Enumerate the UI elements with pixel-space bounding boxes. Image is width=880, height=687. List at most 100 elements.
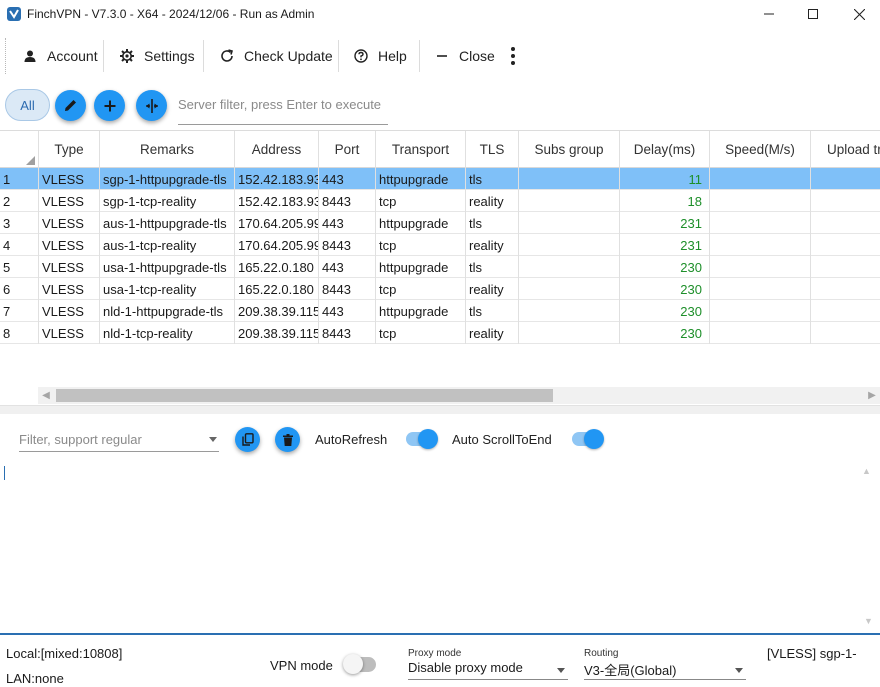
column-header-tls[interactable]: TLS	[466, 131, 519, 168]
auto-refresh-toggle[interactable]	[406, 429, 438, 449]
column-header-port[interactable]: Port	[319, 131, 376, 168]
proxy-mode-caption: Proxy mode	[408, 648, 462, 659]
column-header-transport[interactable]: Transport	[376, 131, 466, 168]
scroll-left-icon[interactable]: ◀	[38, 387, 54, 404]
table-cell-tls: reality	[466, 234, 519, 256]
chevron-down-icon	[735, 668, 743, 673]
copy-icon	[241, 433, 254, 446]
scrollbar-thumb[interactable]	[56, 389, 553, 402]
table-cell-num: 1	[0, 168, 39, 190]
routing-caption: Routing	[584, 648, 619, 659]
table-cell-remarks: nld-1-tcp-reality	[100, 322, 235, 344]
minimize-icon	[764, 13, 774, 15]
column-header-upload[interactable]: Upload tr	[811, 131, 880, 168]
check-update-menu[interactable]: Check Update	[219, 44, 333, 68]
grid-horizontal-scrollbar[interactable]: ◀ ▶	[38, 387, 880, 404]
table-cell-transport: httpupgrade	[376, 168, 466, 190]
table-cell-upload	[811, 278, 880, 300]
table-cell-num: 2	[0, 190, 39, 212]
help-menu[interactable]: Help	[353, 44, 407, 68]
table-cell-upload	[811, 300, 880, 322]
server-filter-input[interactable]: Server filter, press Enter to execute	[178, 92, 388, 125]
table-row[interactable]: 3 VLESS aus-1-httpupgrade-tls 170.64.205.99…	[0, 212, 880, 234]
table-cell-num: 4	[0, 234, 39, 256]
minimize-button[interactable]	[746, 0, 792, 28]
window-title: FinchVPN - V7.3.0 - X64 - 2024/12/06 - R…	[27, 7, 315, 21]
column-header-delay[interactable]: Delay(ms)	[620, 131, 710, 168]
table-cell-type: VLESS	[39, 278, 100, 300]
user-icon	[22, 48, 38, 64]
table-cell-remarks: nld-1-httpupgrade-tls	[100, 300, 235, 322]
table-cell-transport: tcp	[376, 278, 466, 300]
column-header-speed[interactable]: Speed(M/s)	[710, 131, 811, 168]
table-row[interactable]: 6 VLESS usa-1-tcp-reality 165.22.0.180 8443 t…	[0, 278, 880, 300]
table-row[interactable]: 7 VLESS nld-1-httpupgrade-tls 209.38.39.115…	[0, 300, 880, 322]
settings-menu[interactable]: Settings	[119, 44, 195, 68]
log-scroll-down-icon[interactable]: ▼	[864, 616, 873, 626]
title-bar: FinchVPN - V7.3.0 - X64 - 2024/12/06 - R…	[0, 0, 880, 28]
table-cell-num: 3	[0, 212, 39, 234]
table-cell-port: 443	[319, 212, 376, 234]
table-row[interactable]: 4 VLESS aus-1-tcp-reality 170.64.205.99 8443…	[0, 234, 880, 256]
table-cell-delay: 230	[620, 256, 710, 278]
more-menu-button[interactable]	[506, 44, 520, 68]
table-cell-subs	[519, 322, 620, 344]
log-text-caret	[4, 466, 5, 480]
pencil-icon	[65, 100, 76, 111]
close-window-button[interactable]	[836, 0, 880, 28]
account-menu[interactable]: Account	[22, 44, 98, 68]
table-cell-remarks: usa-1-tcp-reality	[100, 278, 235, 300]
table-cell-address: 209.38.39.115	[235, 322, 319, 344]
split-server-button[interactable]	[136, 90, 167, 121]
log-scroll-up-icon[interactable]: ▲	[862, 466, 871, 476]
add-server-button[interactable]	[94, 90, 125, 121]
close-menu[interactable]: Close	[434, 44, 495, 68]
table-cell-upload	[811, 322, 880, 344]
proxy-mode-value: Disable proxy mode	[408, 660, 523, 675]
column-header-subs-group[interactable]: Subs group	[519, 131, 620, 168]
clear-log-button[interactable]	[275, 427, 300, 452]
table-cell-subs	[519, 300, 620, 322]
table-row[interactable]: 5 VLESS usa-1-httpupgrade-tls 165.22.0.180 4…	[0, 256, 880, 278]
table-cell-port: 443	[319, 168, 376, 190]
column-header-address[interactable]: Address	[235, 131, 319, 168]
table-row[interactable]: 1 VLESS sgp-1-httpupgrade-tls 152.42.183.93…	[0, 168, 880, 190]
table-cell-remarks: sgp-1-httpupgrade-tls	[100, 168, 235, 190]
table-cell-address: 152.42.183.93	[235, 168, 319, 190]
local-port-status: Local:[mixed:10808]	[6, 646, 123, 661]
routing-select[interactable]: V3-全局(Global)	[584, 660, 746, 680]
table-cell-speed	[710, 278, 811, 300]
table-row[interactable]: 2 VLESS sgp-1-tcp-reality 152.42.183.93 8443…	[0, 190, 880, 212]
select-all-corner[interactable]	[0, 131, 39, 168]
table-cell-num: 7	[0, 300, 39, 322]
check-update-label: Check Update	[244, 48, 333, 64]
toolbar-divider	[338, 40, 339, 72]
table-cell-num: 6	[0, 278, 39, 300]
table-cell-speed	[710, 212, 811, 234]
split-arrows-icon	[145, 98, 158, 113]
table-cell-upload	[811, 212, 880, 234]
vpn-mode-toggle[interactable]	[343, 654, 376, 674]
table-cell-upload	[811, 168, 880, 190]
edit-server-button[interactable]	[55, 90, 86, 121]
copy-log-button[interactable]	[235, 427, 260, 452]
column-header-remarks[interactable]: Remarks	[100, 131, 235, 168]
table-cell-delay: 230	[620, 300, 710, 322]
table-cell-upload	[811, 256, 880, 278]
panel-splitter[interactable]	[0, 405, 880, 414]
column-header-type[interactable]: Type	[39, 131, 100, 168]
table-cell-type: VLESS	[39, 322, 100, 344]
table-cell-transport: httpupgrade	[376, 256, 466, 278]
maximize-button[interactable]	[790, 0, 836, 28]
proxy-mode-select[interactable]: Disable proxy mode	[408, 660, 568, 680]
auto-scroll-toggle[interactable]	[572, 429, 604, 449]
log-filter-combobox[interactable]: Filter, support regular	[19, 428, 219, 452]
scroll-right-icon[interactable]: ▶	[864, 387, 880, 404]
table-cell-num: 5	[0, 256, 39, 278]
toolbar-grip[interactable]	[5, 38, 7, 74]
table-row[interactable]: 8 VLESS nld-1-tcp-reality 209.38.39.115 8443…	[0, 322, 880, 344]
table-cell-type: VLESS	[39, 168, 100, 190]
filter-all-chip[interactable]: All	[5, 89, 50, 121]
table-cell-delay: 230	[620, 322, 710, 344]
table-cell-tls: tls	[466, 256, 519, 278]
